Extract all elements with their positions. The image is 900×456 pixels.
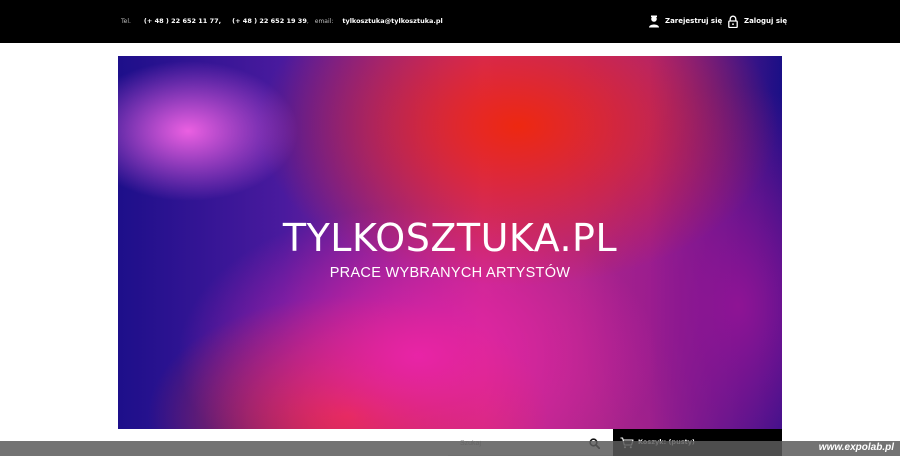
hero-title: TYLKOSZTUKA.PL: [282, 216, 618, 260]
phone-number-2[interactable]: (+ 48 ) 22 652 19 39: [232, 17, 307, 25]
register-link[interactable]: Zarejestruj się: [648, 13, 722, 29]
watermark-text: www.expolab.pl: [818, 442, 894, 453]
hero-banner[interactable]: TYLKOSZTUKA.PL PRACE WYBRANYCH ARTYSTÓW: [118, 56, 782, 429]
phone-separator-2: ,: [306, 17, 309, 25]
email-link[interactable]: tylkosztuka@tylkosztuka.pl: [342, 17, 442, 25]
lock-icon: [727, 15, 739, 28]
login-label: Zaloguj się: [744, 17, 788, 25]
user-add-icon: [648, 15, 660, 28]
register-label: Zarejestruj się: [665, 17, 723, 25]
phone-separator: ,: [218, 17, 222, 25]
phone-label: Tel.: [121, 17, 131, 25]
hero-subtitle: PRACE WYBRANYCH ARTYSTÓW: [329, 265, 571, 281]
contact-info: Tel. (+ 48 ) 22 652 11 77 , (+ 48 ) 22 6…: [121, 15, 443, 27]
phone-number-1[interactable]: (+ 48 ) 22 652 11 77: [144, 17, 219, 25]
top-bar: Tel. (+ 48 ) 22 652 11 77 , (+ 48 ) 22 6…: [0, 0, 900, 43]
watermark-bar: www.expolab.pl: [0, 441, 900, 456]
login-link[interactable]: Zaloguj się: [727, 13, 787, 29]
email-label: email:: [314, 17, 334, 25]
